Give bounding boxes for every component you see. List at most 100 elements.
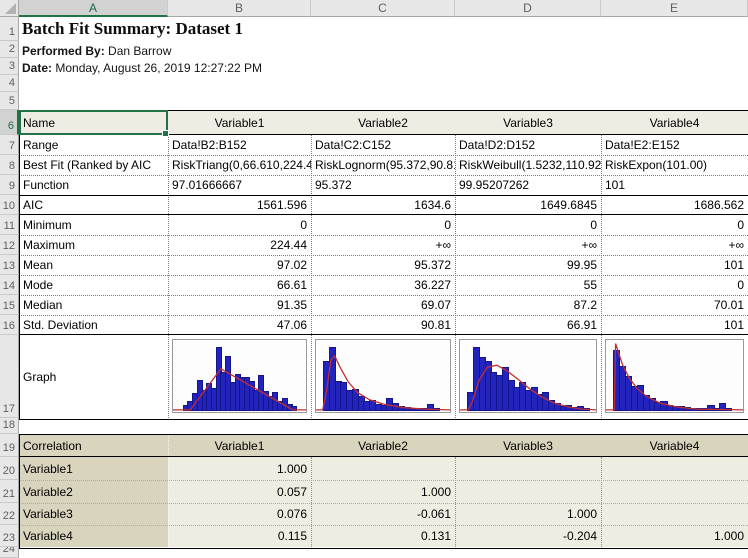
fit-cell[interactable]: 101 [601,255,748,275]
fit-cell[interactable]: +∞ [455,235,601,255]
correlation-cell[interactable]: 1.000 [601,525,748,547]
fit-cell[interactable]: 87.2 [455,295,601,315]
fit-cell[interactable]: 66.91 [455,315,601,335]
fit-cell[interactable]: 91.35 [168,295,311,315]
fit-cell[interactable]: 0 [601,275,748,295]
correlation-row-label[interactable]: Variable3 [19,503,168,525]
row-header-19[interactable]: 19 [0,434,19,457]
fit-cell[interactable]: 0 [168,215,311,235]
correlation-cell[interactable]: 0.115 [168,525,311,547]
correlation-cell[interactable] [601,503,748,525]
fit-cell[interactable]: 101 [601,315,748,335]
fit-cell[interactable]: 99.95207262 [455,175,601,195]
correlation-header-variable3[interactable]: Variable3 [455,434,601,457]
correlation-header-variable1[interactable]: Variable1 [168,434,311,457]
fit-cell[interactable]: Data!B2:B152 [168,135,311,155]
fit-cell[interactable]: 97.01666667 [168,175,311,195]
row-header-11[interactable]: 11 [0,215,19,235]
histogram-chart-variable3[interactable] [459,339,597,413]
fit-row-label[interactable]: Mode [19,275,168,295]
correlation-cell[interactable] [601,457,748,480]
fit-cell[interactable]: Data!C2:C152 [311,135,455,155]
correlation-cell[interactable]: 0.076 [168,503,311,525]
fit-row-label[interactable]: Function [19,175,168,195]
row-header-3[interactable]: 3 [0,58,19,75]
row-header-18[interactable]: 18 [0,418,19,434]
correlation-header-variable4[interactable]: Variable4 [601,434,748,457]
fit-header-variable2[interactable]: Variable2 [311,110,455,135]
fit-cell[interactable]: 224.44 [168,235,311,255]
fit-cell[interactable]: +∞ [311,235,455,255]
fit-cell[interactable]: 90.81 [311,315,455,335]
row-header-17[interactable]: 17 [0,335,19,418]
fit-cell[interactable]: Data!D2:D152 [455,135,601,155]
fit-cell[interactable]: 0 [311,215,455,235]
fit-cell[interactable]: RiskLognorm(95.372,90.810 [311,155,455,175]
fit-cell[interactable]: 36.227 [311,275,455,295]
correlation-cell[interactable] [455,480,601,503]
correlation-cell[interactable] [601,480,748,503]
fit-cell[interactable]: 1649.6845 [455,195,601,215]
row-header-8[interactable]: 8 [0,155,19,175]
fit-cell[interactable]: 99.95 [455,255,601,275]
correlation-cell[interactable]: 1.000 [455,503,601,525]
fit-cell[interactable]: 55 [455,275,601,295]
fit-row-label[interactable]: Range [19,135,168,155]
column-header-B[interactable]: B [168,0,311,17]
row-header-20[interactable]: 20 [0,457,19,480]
fit-cell[interactable]: 1634.6 [311,195,455,215]
row-header-5[interactable]: 5 [0,92,19,110]
row-header-6[interactable]: 6 [0,110,19,135]
correlation-cell[interactable]: 1.000 [311,480,455,503]
histogram-chart-variable1[interactable] [172,339,307,413]
fit-cell[interactable]: Data!E2:E152 [601,135,748,155]
fit-cell[interactable]: RiskTriang(0,66.610,224.44) [168,155,311,175]
fit-cell[interactable]: 0 [455,215,601,235]
fit-cell[interactable]: +∞ [601,235,748,255]
row-header-7[interactable]: 7 [0,135,19,155]
fit-row-label[interactable]: Mean [19,255,168,275]
fit-header-variable4[interactable]: Variable4 [601,110,748,135]
fit-cell[interactable]: 95.372 [311,255,455,275]
correlation-cell[interactable]: 0.057 [168,480,311,503]
column-header-C[interactable]: C [311,0,455,17]
fit-cell[interactable]: RiskWeibull(1.5232,110.92 [455,155,601,175]
fit-row-label[interactable]: Std. Deviation [19,315,168,335]
correlation-header-label[interactable]: Correlation [19,434,168,457]
fit-cell[interactable]: 1686.562 [601,195,748,215]
fit-row-label[interactable]: Maximum [19,235,168,255]
row-header-2[interactable]: 2 [0,41,19,58]
correlation-header-variable2[interactable]: Variable2 [311,434,455,457]
fit-cell[interactable]: 1561.596 [168,195,311,215]
row-header-10[interactable]: 10 [0,195,19,215]
correlation-cell[interactable]: 0.131 [311,525,455,547]
fit-cell[interactable]: 70.01 [601,295,748,315]
fit-header-variable1[interactable]: Variable1 [168,110,311,135]
fit-row-label[interactable]: Median [19,295,168,315]
fill-handle[interactable] [162,130,169,137]
row-header-16[interactable]: 16 [0,315,19,335]
correlation-cell[interactable] [311,457,455,480]
correlation-cell[interactable]: 1.000 [168,457,311,480]
row-header-14[interactable]: 14 [0,275,19,295]
fit-header-name[interactable]: Name [19,110,168,135]
graph-row-label[interactable]: Graph [19,335,168,418]
row-header-13[interactable]: 13 [0,255,19,275]
row-header-23[interactable]: 23 [0,525,19,547]
correlation-row-label[interactable]: Variable1 [19,457,168,480]
fit-row-label[interactable]: Minimum [19,215,168,235]
fit-cell[interactable]: 69.07 [311,295,455,315]
row-header-1[interactable]: 1 [0,17,19,41]
correlation-cell[interactable]: -0.204 [455,525,601,547]
select-all-corner[interactable] [0,0,19,17]
fit-cell[interactable]: 95.372 [311,175,455,195]
column-header-A[interactable]: A [19,0,168,17]
fit-row-label[interactable]: AIC [19,195,168,215]
row-header-22[interactable]: 22 [0,503,19,525]
row-header-21[interactable]: 21 [0,480,19,503]
histogram-chart-variable4[interactable] [605,339,744,413]
fit-header-variable3[interactable]: Variable3 [455,110,601,135]
fit-cell[interactable]: 66.61 [168,275,311,295]
correlation-cell[interactable]: -0.061 [311,503,455,525]
fit-cell[interactable]: 47.06 [168,315,311,335]
